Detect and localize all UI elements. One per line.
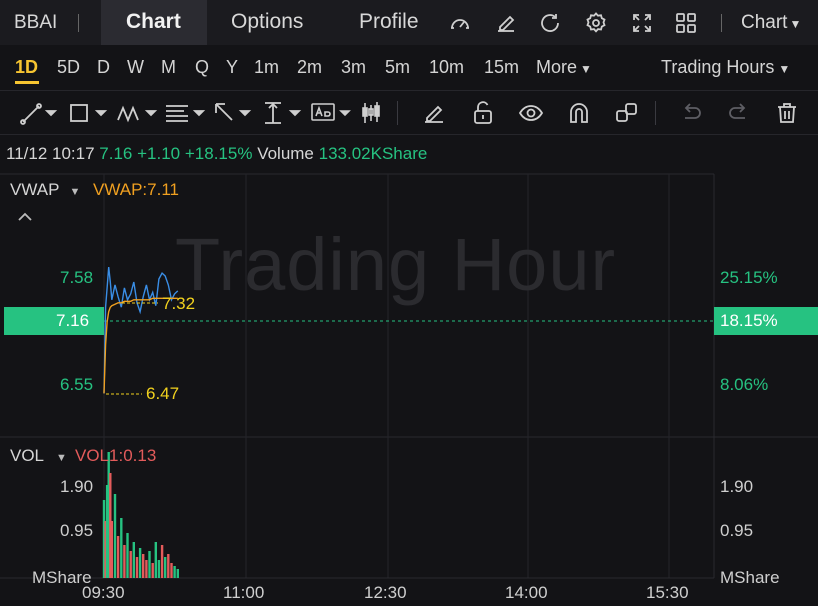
volume-bar	[145, 560, 148, 578]
volume-bar	[170, 563, 173, 578]
volume-indicator-label: VOL	[10, 446, 45, 465]
volume-tick-left: 0.95	[60, 521, 94, 540]
vwap-value: VWAP:7.11	[93, 180, 179, 199]
current-pct-value: 18.15%	[720, 311, 778, 330]
indicator-label: VWAP	[10, 180, 60, 199]
vol1-value: VOL1:0.13	[75, 446, 157, 465]
x-tick: 11:00	[223, 583, 265, 602]
volume-bar	[148, 551, 151, 578]
pct-tick-right: 25.15%	[720, 268, 778, 287]
volume-tick-right: 1.90	[720, 477, 754, 496]
volume-bar	[173, 566, 176, 578]
volume-bar	[142, 554, 145, 578]
chevron-down-icon: ▼	[56, 452, 67, 464]
volume-bar	[113, 494, 117, 578]
high-label: 7.32	[162, 294, 196, 313]
volume-unit-right: MShare	[720, 568, 780, 587]
volume-bar	[126, 533, 129, 578]
volume-bar	[110, 521, 113, 578]
volume-tick-right: 0.95	[720, 521, 754, 540]
low-label: 6.47	[146, 384, 180, 403]
volume-bar	[135, 557, 139, 578]
x-tick: 14:00	[505, 583, 548, 602]
current-price-value: 7.16	[56, 311, 90, 330]
volume-bar	[167, 554, 170, 578]
volume-bar	[123, 545, 126, 578]
volume-tick-left: 1.90	[60, 477, 94, 496]
watermark-text: Trading Hour	[175, 223, 617, 306]
volume-bar	[164, 557, 167, 578]
indicator-select[interactable]: VWAP ▼	[10, 180, 80, 200]
x-tick: 09:30	[82, 583, 125, 602]
price-tick-left: 7.58	[60, 268, 94, 287]
volume-bar	[116, 536, 120, 578]
volume-bar	[151, 563, 154, 578]
x-tick: 15:30	[646, 583, 689, 602]
volume-bar	[129, 551, 132, 578]
volume-bar	[132, 542, 135, 578]
x-tick: 12:30	[364, 583, 407, 602]
volume-bar	[154, 542, 157, 578]
volume-indicator-select[interactable]: VOL ▼	[10, 446, 67, 466]
volume-bar	[157, 560, 161, 578]
collapse-icon[interactable]	[16, 210, 34, 224]
chevron-down-icon: ▼	[69, 186, 81, 198]
price-tick-left: 6.55	[60, 375, 94, 394]
price-series-line	[103, 267, 179, 394]
pct-tick-right: 8.06%	[720, 375, 769, 394]
volume-bar	[176, 569, 179, 578]
volume-bar	[160, 545, 164, 578]
volume-bar	[120, 518, 123, 578]
volume-bar	[138, 548, 142, 578]
